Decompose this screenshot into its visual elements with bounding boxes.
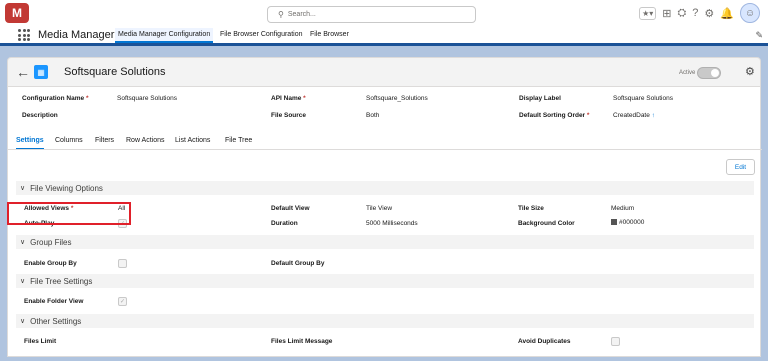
color-swatch xyxy=(611,219,617,226)
default-view-label: Default View xyxy=(271,205,310,212)
avoid-duplicates-label: Avoid Duplicates xyxy=(518,338,571,345)
background-color-label: Background Color xyxy=(518,220,575,227)
active-label: Active xyxy=(679,70,696,76)
section-file-viewing-options[interactable]: ∨ File Viewing Options xyxy=(16,181,754,195)
global-search-input[interactable]: ⚲ Search... xyxy=(267,6,476,23)
default-view-value: Tile View xyxy=(366,205,393,212)
sort-order-value: CreatedDate ↑ xyxy=(613,112,655,119)
config-name-label: Configuration Name * xyxy=(22,95,89,102)
tabs-divider xyxy=(8,149,762,150)
back-arrow-icon[interactable]: ← xyxy=(16,64,30,80)
enable-group-by-label: Enable Group By xyxy=(24,260,77,267)
tab-filters[interactable]: Filters xyxy=(95,137,114,148)
trailhead-icon[interactable]: ⛭ xyxy=(677,7,686,20)
notifications-bell-icon[interactable]: 🔔 xyxy=(720,7,734,20)
highlight-box xyxy=(7,202,131,225)
api-name-label: API Name * xyxy=(271,95,306,102)
sort-ascending-arrow-icon: ↑ xyxy=(651,112,655,119)
search-icon: ⚲ xyxy=(278,10,284,19)
display-label-label: Display Label xyxy=(519,95,561,102)
config-name-value: Softsquare Solutions xyxy=(117,95,177,102)
enable-folder-view-label: Enable Folder View xyxy=(24,298,84,305)
record-header: ← ▦ Softsquare Solutions Active ⚙ xyxy=(7,57,761,87)
add-icon[interactable]: ⊞ xyxy=(662,7,671,20)
tab-list-actions[interactable]: List Actions xyxy=(175,137,210,148)
section-other-settings[interactable]: ∨ Other Settings xyxy=(16,314,754,328)
file-source-value: Both xyxy=(366,112,380,119)
chevron-down-icon: ∨ xyxy=(20,239,26,246)
files-limit-label: Files Limit xyxy=(24,338,57,345)
section-file-tree-settings[interactable]: ∨ File Tree Settings xyxy=(16,274,754,288)
record-type-icon: ▦ xyxy=(34,65,48,79)
record-title: Softsquare Solutions xyxy=(64,66,166,78)
app-logo[interactable]: M xyxy=(5,3,29,23)
tile-size-label: Tile Size xyxy=(518,205,544,212)
favorites-icon[interactable]: ★▾ xyxy=(639,6,657,20)
file-source-label: File Source xyxy=(271,112,307,119)
avatar[interactable]: ☺ xyxy=(740,3,760,23)
nav-tab-file-browser-configuration[interactable]: File Browser Configuration xyxy=(217,28,305,43)
logo-text: M xyxy=(12,6,22,20)
active-toggle[interactable] xyxy=(697,67,721,79)
sort-order-label: Default Sorting Order * xyxy=(519,112,590,119)
section-group-files[interactable]: ∨ Group Files xyxy=(16,235,754,249)
nav-tab-media-manager-configuration[interactable]: Media Manager Configuration xyxy=(115,28,214,43)
edit-nav-pencil-icon[interactable]: ✎ xyxy=(755,30,763,41)
tile-size-value: Medium xyxy=(611,205,635,212)
global-header: M ⚲ Search... ★▾ ⊞ ⛭ ? ⚙ 🔔 ☺ xyxy=(0,0,768,26)
tab-row-actions[interactable]: Row Actions xyxy=(126,137,165,148)
duration-label: Duration xyxy=(271,220,298,227)
chevron-down-icon: ∨ xyxy=(20,318,26,325)
tab-file-tree[interactable]: File Tree xyxy=(225,137,252,148)
edit-button[interactable]: Edit xyxy=(726,159,755,175)
nav-tab-file-browser[interactable]: File Browser xyxy=(307,28,352,43)
files-limit-message-label: Files Limit Message xyxy=(271,338,333,345)
app-nav-bar: Media Manager Media Manager Configuratio… xyxy=(0,26,768,46)
display-label-value: Softsquare Solutions xyxy=(613,95,673,102)
avoid-duplicates-checkbox[interactable] xyxy=(611,337,620,346)
api-name-value: Softsquare_Solutions xyxy=(366,95,428,102)
app-launcher-icon[interactable] xyxy=(18,29,30,41)
duration-value: 5000 Milliseconds xyxy=(366,220,418,227)
default-group-by-label: Default Group By xyxy=(271,260,325,267)
settings-gear-icon[interactable]: ⚙ xyxy=(745,65,755,78)
header-icons: ★▾ ⊞ ⛭ ? ⚙ 🔔 ☺ xyxy=(639,3,760,23)
app-name: Media Manager xyxy=(38,29,115,41)
enable-folder-view-checkbox[interactable]: ✓ xyxy=(118,297,127,306)
chevron-down-icon: ∨ xyxy=(20,278,26,285)
setup-gear-icon[interactable]: ⚙ xyxy=(704,7,714,20)
tab-columns[interactable]: Columns xyxy=(55,137,83,148)
enable-group-by-checkbox[interactable] xyxy=(118,259,127,268)
chevron-down-icon: ∨ xyxy=(20,185,26,192)
description-label: Description xyxy=(22,112,58,119)
help-icon[interactable]: ? xyxy=(692,7,698,19)
search-placeholder: Search... xyxy=(287,11,316,18)
background-color-value: #000000 xyxy=(611,219,644,226)
